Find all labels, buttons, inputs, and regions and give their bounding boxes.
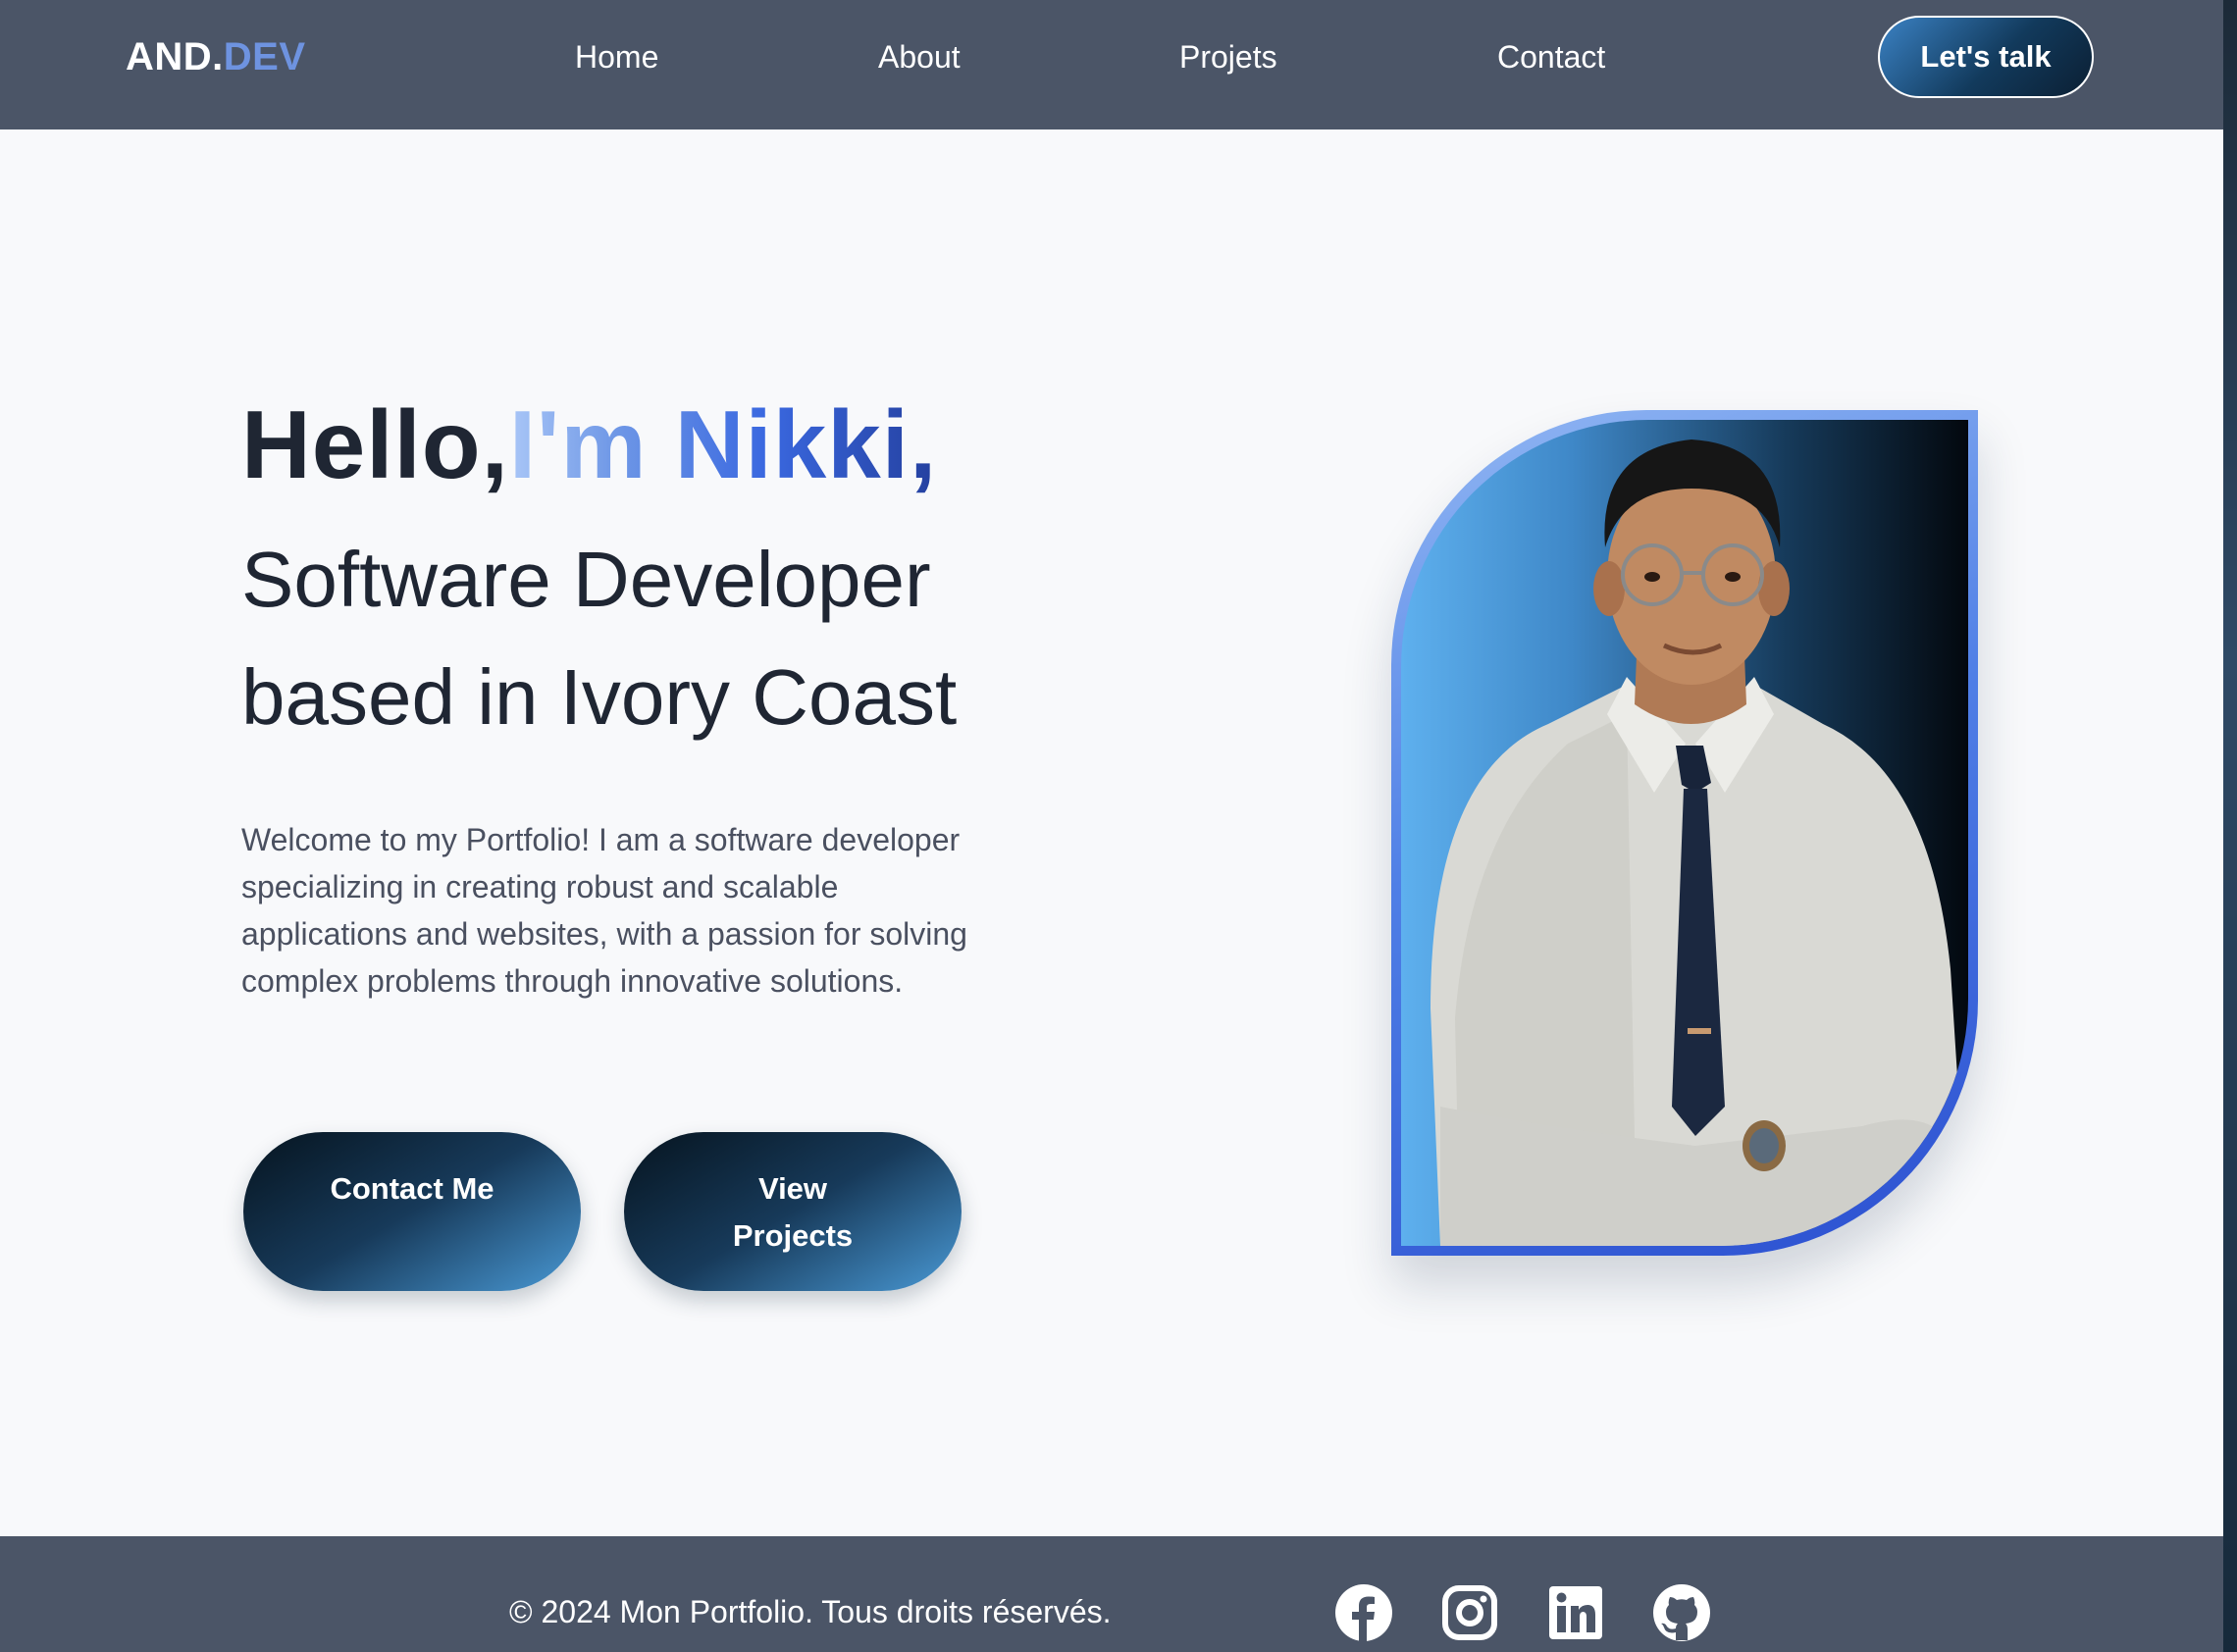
hero-role-line1: Software Developer: [241, 536, 931, 623]
github-icon[interactable]: [1652, 1583, 1711, 1642]
brand-main: AND.: [126, 35, 224, 78]
view-projects-button[interactable]: View Projects: [624, 1132, 962, 1291]
portfolio-page: AND.DEV Home About Projets Contact Let's…: [0, 0, 2223, 1652]
footer: [0, 1536, 2223, 1652]
profile-photo-illustration: [1431, 439, 1968, 1246]
hero-intro: Welcome to my Portfolio! I am a software…: [241, 822, 967, 999]
hero-role-line2: based in Ivory Coast: [241, 653, 958, 741]
profile-photo-frame: [1391, 410, 1978, 1256]
brand-accent: DEV: [223, 35, 306, 78]
nav-link-contact[interactable]: Contact: [1497, 35, 1605, 78]
nav-link-projects[interactable]: Projets: [1179, 35, 1277, 78]
footer-copyright: © 2024 Mon Portfolio. Tous droits réserv…: [509, 1594, 1112, 1629]
nav-link-home[interactable]: Home: [575, 35, 658, 78]
instagram-icon[interactable]: [1440, 1583, 1499, 1642]
navbar: AND.DEV Home About Projets Contact Let's…: [0, 0, 2223, 129]
hello-text: Hello,: [241, 390, 509, 498]
contact-me-label: Contact Me: [330, 1171, 494, 1206]
facebook-icon[interactable]: [1334, 1583, 1393, 1642]
contact-me-button[interactable]: Contact Me: [243, 1132, 581, 1291]
view-projects-label-line2: Projects: [732, 1218, 854, 1253]
hero-name: I'm Nikki,: [508, 390, 938, 498]
brand-logo[interactable]: AND.DEV: [126, 33, 306, 80]
profile-photo: [1401, 420, 1968, 1246]
view-projects-label-line1: View: [757, 1171, 828, 1206]
nav-link-about[interactable]: About: [878, 35, 961, 78]
hero-greeting: Hello,I'm Nikki,: [241, 390, 937, 498]
linkedin-icon[interactable]: [1546, 1583, 1605, 1642]
lets-talk-button[interactable]: Let's talk: [1878, 16, 2094, 98]
background-window-edge: [2223, 0, 2237, 1652]
